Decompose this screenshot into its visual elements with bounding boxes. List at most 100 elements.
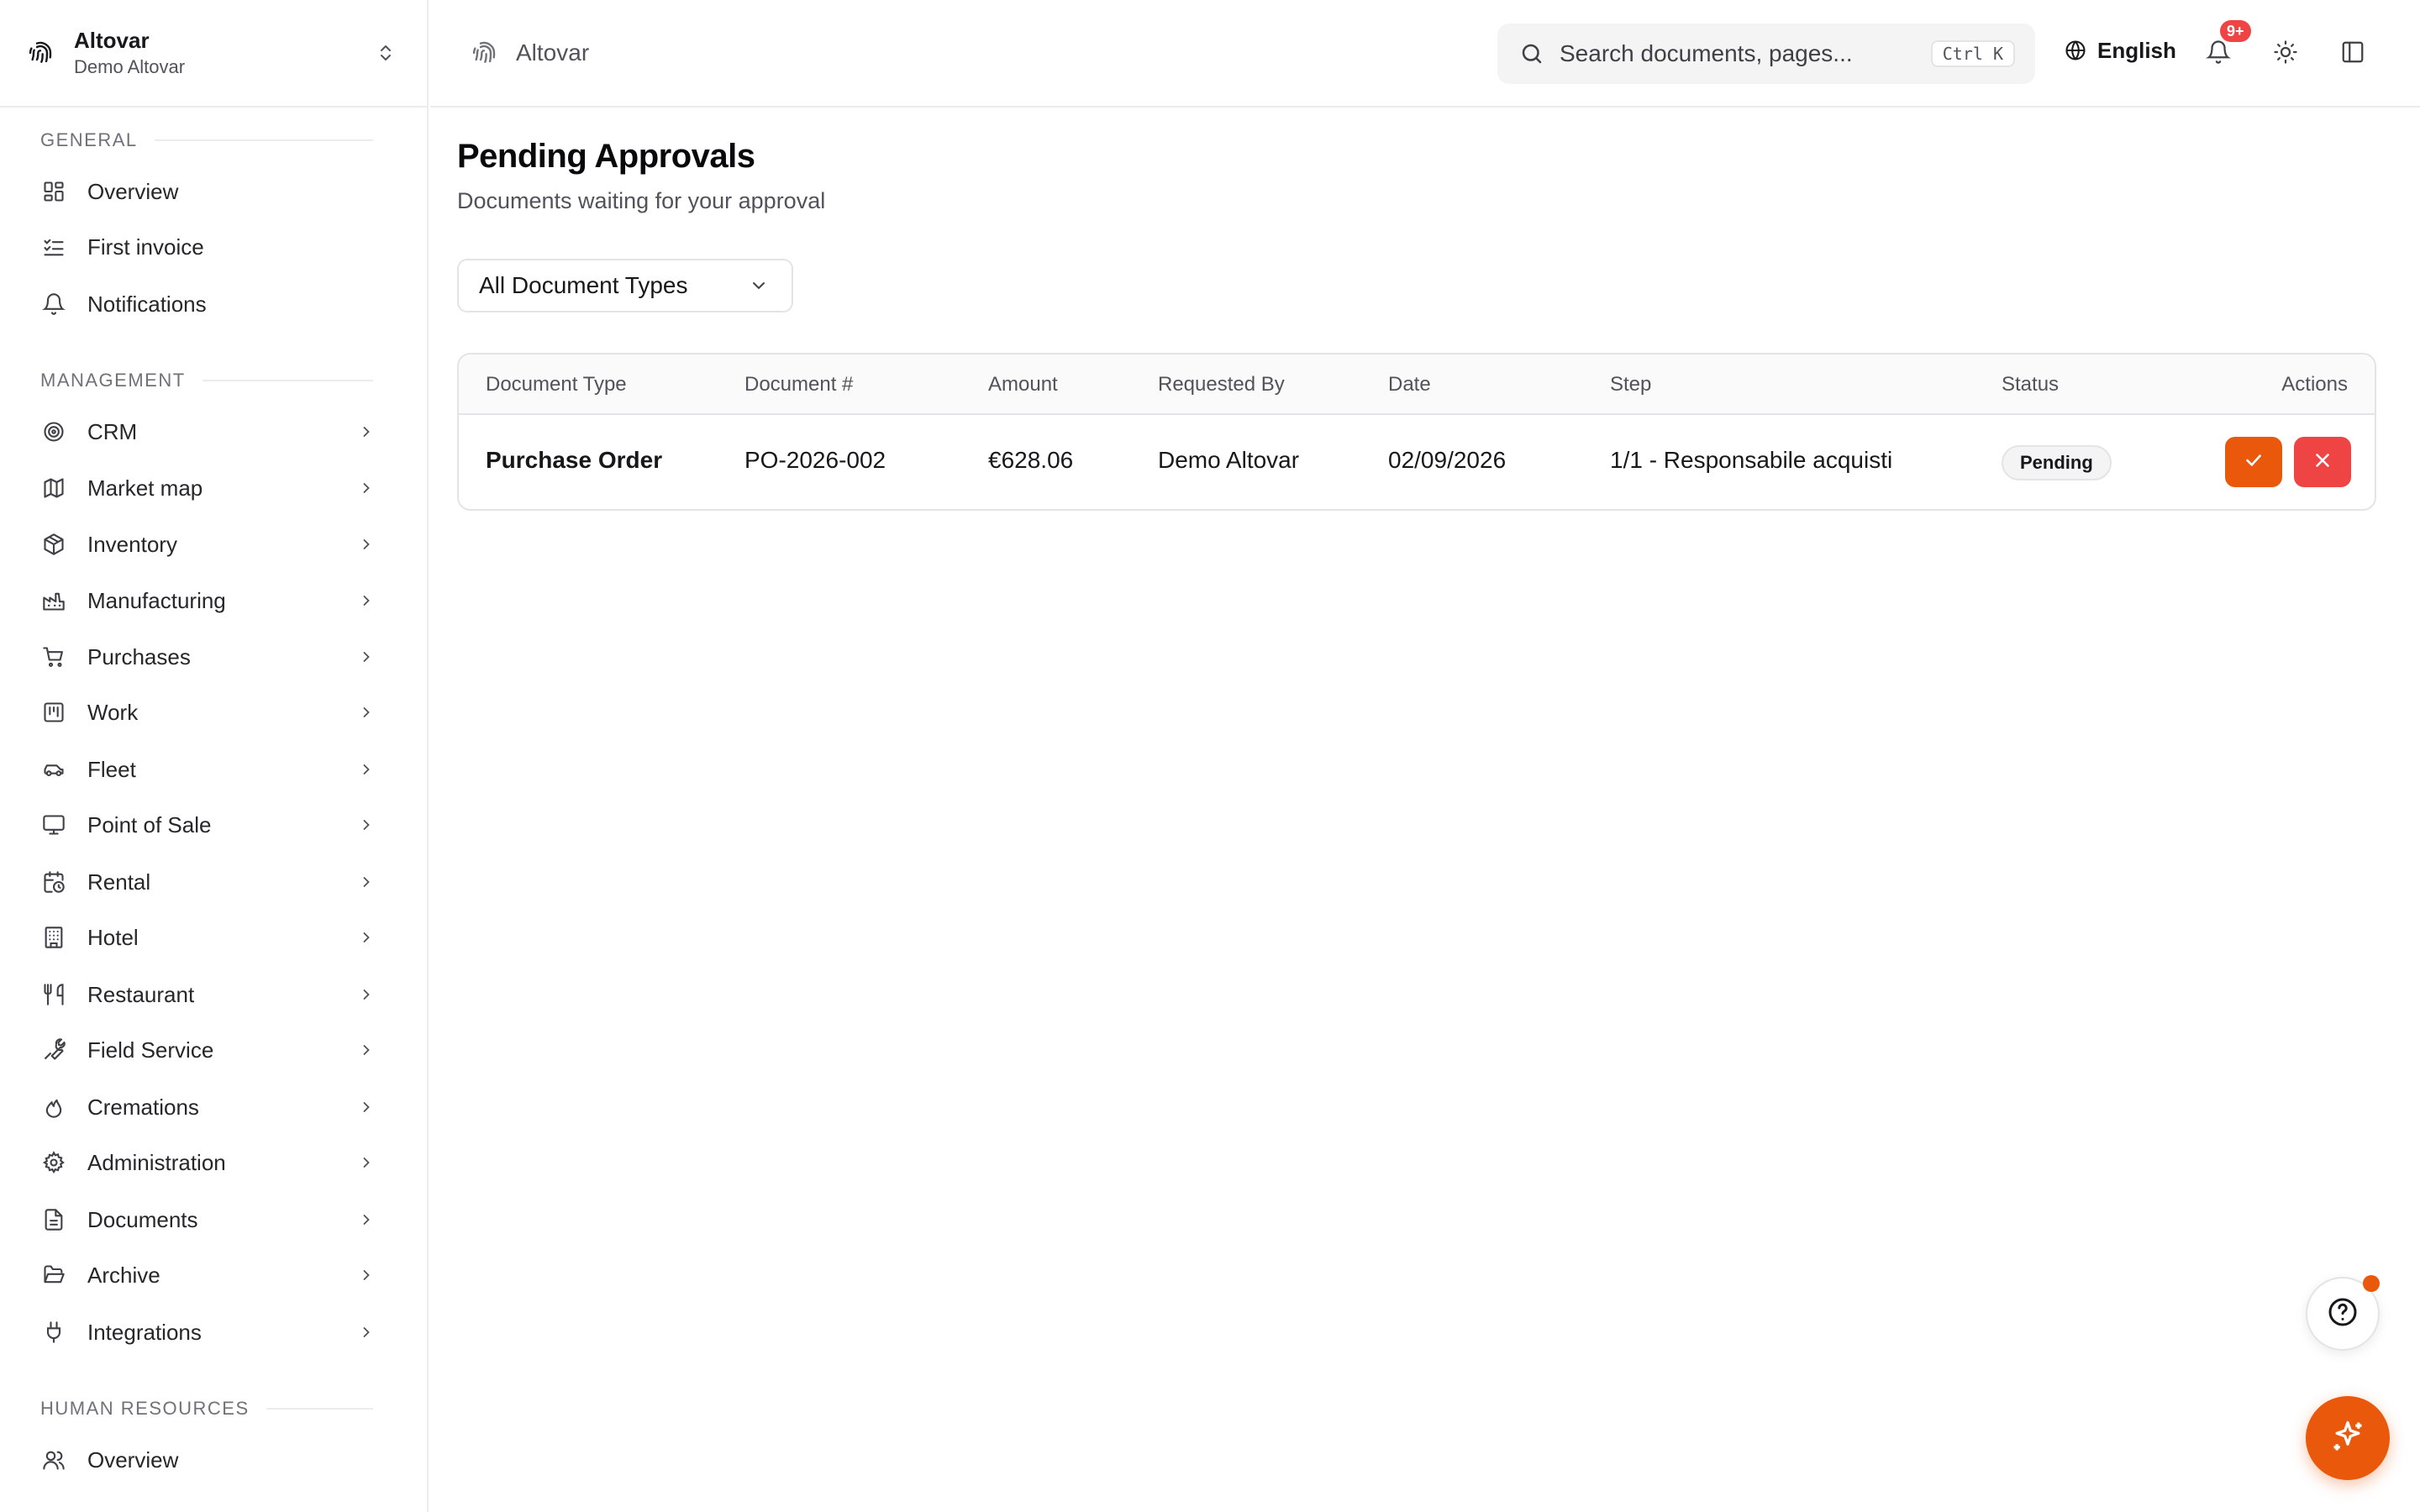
column-status: Status xyxy=(2002,373,2060,396)
sidebar-item-administration[interactable]: Administration xyxy=(30,1137,381,1188)
chevron-right-icon xyxy=(355,1208,378,1231)
sidebar-item-archive[interactable]: Archive xyxy=(30,1250,381,1300)
calendar-clock-icon xyxy=(40,869,67,895)
fingerprint-icon xyxy=(469,38,499,68)
sparkles-icon xyxy=(2329,1418,2366,1459)
org-switcher[interactable]: Altovar Demo Altovar xyxy=(0,0,427,108)
sidebar-item-work[interactable]: Work xyxy=(30,687,381,738)
column-amount: Amount xyxy=(988,373,1058,396)
language-selector[interactable]: English xyxy=(2062,37,2176,64)
page-subtitle: Documents waiting for your approval xyxy=(457,188,826,213)
theme-toggle-button[interactable] xyxy=(2265,34,2306,74)
kanban-icon xyxy=(40,699,67,726)
cell-document-number: PO-2026-002 xyxy=(744,447,886,473)
chevron-right-icon xyxy=(355,476,378,500)
table-header: Document Type Document # Amount Requeste… xyxy=(459,354,2375,415)
sun-icon xyxy=(2273,39,2298,69)
help-indicator-dot xyxy=(2363,1275,2380,1292)
globe-icon xyxy=(2062,37,2089,64)
toggle-panel-button[interactable] xyxy=(2333,34,2373,74)
document-type-select[interactable]: All Document Types xyxy=(457,259,793,312)
list-check-icon xyxy=(40,234,67,260)
close-icon xyxy=(2312,449,2333,475)
column-actions: Actions xyxy=(2281,373,2348,396)
reject-button[interactable] xyxy=(2294,437,2351,487)
sidebar-item-crm[interactable]: CRM xyxy=(30,407,381,457)
chevrons-up-down-icon xyxy=(373,40,398,66)
chevron-down-icon xyxy=(746,273,771,298)
folder-open-icon xyxy=(40,1262,67,1289)
sidebar-item-market-map[interactable]: Market map xyxy=(30,463,381,513)
approvals-table: Document Type Document # Amount Requeste… xyxy=(457,353,2376,511)
grid-icon xyxy=(40,178,67,205)
table-row[interactable]: Purchase Order PO-2026-002 €628.06 Demo … xyxy=(459,415,2375,509)
chevron-right-icon xyxy=(355,645,378,669)
org-name: Altovar xyxy=(74,28,150,53)
status-badge: Pending xyxy=(2002,445,2112,480)
sidebar-item-integrations[interactable]: Integrations xyxy=(30,1307,381,1357)
check-icon xyxy=(2243,449,2265,475)
cell-date: 02/09/2026 xyxy=(1388,447,1507,473)
file-icon xyxy=(40,1206,67,1233)
sidebar-item-rental[interactable]: Rental xyxy=(30,857,381,907)
column-step: Step xyxy=(1610,373,1652,396)
target-icon xyxy=(40,418,67,445)
section-human-resources: HUMAN RESOURCES xyxy=(40,1398,373,1420)
chevron-right-icon xyxy=(355,701,378,724)
column-document-number: Document # xyxy=(744,373,854,396)
header-brand[interactable]: Altovar xyxy=(469,38,589,68)
plug-icon xyxy=(40,1319,67,1346)
chevron-right-icon xyxy=(355,533,378,556)
sidebar-item-restaurant[interactable]: Restaurant xyxy=(30,969,381,1020)
chevron-right-icon xyxy=(355,983,378,1006)
column-document-type: Document Type xyxy=(486,373,627,396)
approve-button[interactable] xyxy=(2225,437,2282,487)
chevron-right-icon xyxy=(355,1320,378,1344)
top-header: Altovar Search documents, pages... Ctrl … xyxy=(430,0,2420,108)
sidebar-item-hotel[interactable]: Hotel xyxy=(30,912,381,963)
ai-assistant-button[interactable] xyxy=(2306,1396,2390,1480)
users-icon xyxy=(40,1446,67,1473)
chevron-right-icon xyxy=(355,758,378,781)
sidebar-item-first-invoice[interactable]: First invoice xyxy=(30,222,381,272)
chevron-right-icon xyxy=(355,1151,378,1174)
chevron-right-icon xyxy=(355,870,378,894)
panel-left-icon xyxy=(2340,39,2365,69)
notification-badge: 9+ xyxy=(2220,20,2251,42)
flame-icon xyxy=(40,1094,67,1121)
sidebar-item-manufacturing[interactable]: Manufacturing xyxy=(30,575,381,626)
chevron-right-icon xyxy=(355,1038,378,1062)
help-circle-icon xyxy=(2326,1295,2360,1333)
cell-document-type: Purchase Order xyxy=(486,447,663,473)
page-title: Pending Approvals xyxy=(457,138,755,175)
column-date: Date xyxy=(1388,373,1431,396)
chevron-right-icon xyxy=(355,1263,378,1287)
chevron-right-icon xyxy=(355,589,378,612)
language-label: English xyxy=(2097,37,2176,63)
sidebar-item-overview[interactable]: Overview xyxy=(30,166,381,217)
header-brand-name: Altovar xyxy=(516,39,590,66)
cell-requested-by: Demo Altovar xyxy=(1158,447,1300,473)
document-type-select-value: All Document Types xyxy=(479,272,688,298)
section-management: MANAGEMENT xyxy=(40,370,373,391)
search-input[interactable]: Search documents, pages... Ctrl K xyxy=(1497,24,2035,84)
package-icon xyxy=(40,531,67,558)
factory-icon xyxy=(40,587,67,614)
sidebar-item-fleet[interactable]: Fleet xyxy=(30,744,381,795)
sidebar-item-hr-overview[interactable]: Overview xyxy=(30,1435,381,1485)
fingerprint-icon xyxy=(25,38,55,68)
notifications-button[interactable]: 9+ xyxy=(2198,20,2251,74)
sidebar-item-point-of-sale[interactable]: Point of Sale xyxy=(30,800,381,850)
search-placeholder: Search documents, pages... xyxy=(1560,40,1853,66)
sidebar-item-documents[interactable]: Documents xyxy=(30,1194,381,1245)
search-shortcut: Ctrl K xyxy=(1930,40,2015,67)
sidebar-item-field-service[interactable]: Field Service xyxy=(30,1025,381,1075)
search-icon xyxy=(1518,39,1546,68)
column-requested-by: Requested By xyxy=(1158,373,1285,396)
gear-icon xyxy=(40,1149,67,1176)
sidebar-item-cremations[interactable]: Cremations xyxy=(30,1082,381,1132)
chevron-right-icon xyxy=(355,420,378,444)
sidebar-item-purchases[interactable]: Purchases xyxy=(30,632,381,682)
sidebar-item-notifications[interactable]: Notifications xyxy=(30,279,381,329)
sidebar-item-inventory[interactable]: Inventory xyxy=(30,519,381,570)
